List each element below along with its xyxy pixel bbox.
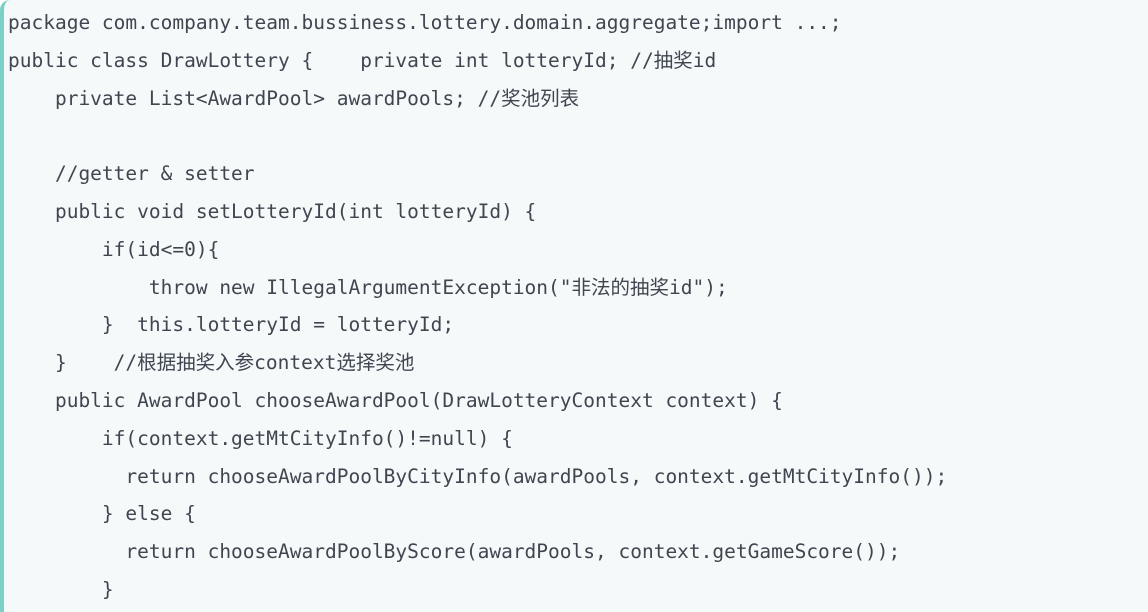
code-line: if(id<=0){ xyxy=(8,237,220,261)
code-line: public class DrawLottery { private int l… xyxy=(8,48,717,72)
code-line: if(context.getMtCityInfo()!=null) { xyxy=(8,426,513,450)
code-line: } else { xyxy=(8,502,196,526)
code-line: return chooseAwardPoolByScore(awardPools… xyxy=(8,540,901,564)
code-line-list: package com.company.team.bussiness.lotte… xyxy=(4,0,1148,612)
code-line: throw new IllegalArgumentException("非法的抽… xyxy=(8,275,728,299)
code-line: package com.company.team.bussiness.lotte… xyxy=(8,11,842,34)
code-line: private List<AwardPool> awardPools; //奖池… xyxy=(8,86,580,110)
code-line: public void setLotteryId(int lotteryId) … xyxy=(8,199,537,223)
code-line: } xyxy=(8,577,114,601)
code-line: public AwardPool chooseAwardPool(DrawLot… xyxy=(8,388,783,412)
code-line: } this.lotteryId = lotteryId; xyxy=(8,313,455,337)
code-line: } //根据抽奖入参context选择奖池 xyxy=(8,351,415,375)
code-block: package com.company.team.bussiness.lotte… xyxy=(0,0,1148,612)
code-line: return chooseAwardPoolByCityInfo(awardPo… xyxy=(8,464,948,488)
code-line: //getter & setter xyxy=(8,162,255,186)
